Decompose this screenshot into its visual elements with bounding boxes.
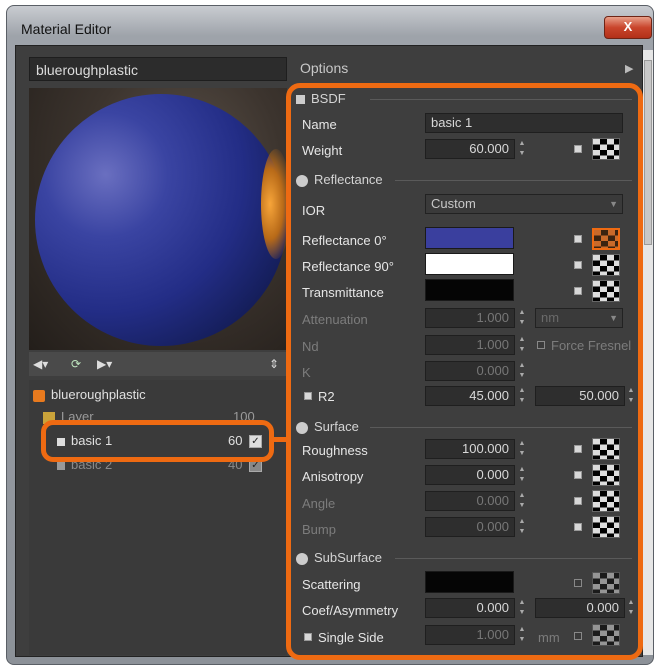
window-title: Material Editor [21,21,112,37]
expand-arrow-icon[interactable]: ▶ [625,62,633,75]
material-name-field[interactable]: blueroughplastic [29,57,287,81]
forward-icon[interactable]: ▶▾ [97,356,112,372]
sort-icon[interactable]: ⇕ [269,356,279,372]
back-icon[interactable]: ◀▾ [33,356,48,372]
material-preview [29,88,287,350]
material-icon [33,389,45,402]
highlight-bsdf-panel [286,83,643,660]
scrollbar-thumb[interactable] [644,60,652,245]
preview-sphere [35,94,287,346]
options-header[interactable]: Options [300,60,348,76]
refresh-icon[interactable]: ⟳ [71,356,81,372]
highlight-connector [272,437,288,442]
tree-root[interactable]: blueroughplastic [33,384,291,406]
vertical-scrollbar[interactable] [643,50,653,655]
preview-toolbar: ◀▾ ⟳ ▶▾ ⇕ [29,352,287,376]
layer-item-icon [57,461,65,470]
sphere-highlight [261,149,287,259]
close-button[interactable]: X [604,16,652,39]
tree-root-label: blueroughplastic [51,387,146,402]
highlight-layer-item [41,420,274,462]
